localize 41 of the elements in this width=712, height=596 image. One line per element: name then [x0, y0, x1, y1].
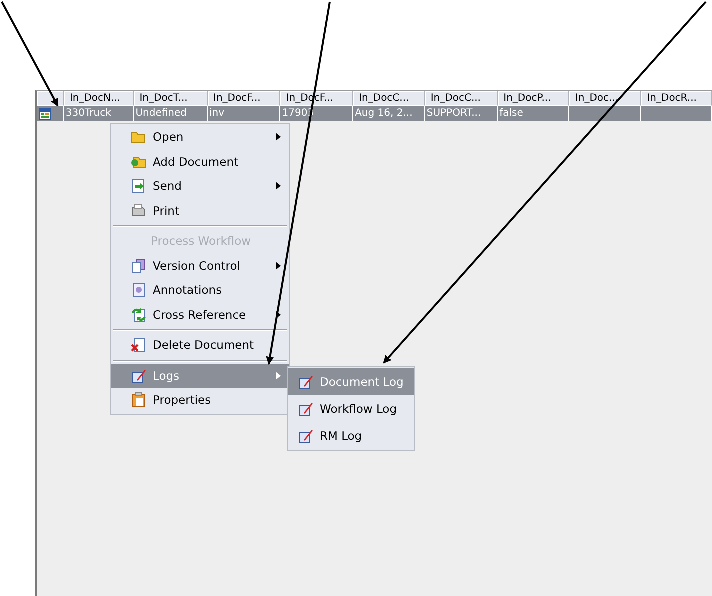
column-header[interactable]: In_DocT...	[134, 91, 208, 106]
submenu-arrow-icon	[276, 182, 281, 190]
submenu-arrow-icon	[276, 372, 281, 380]
table-cell: false	[500, 106, 524, 120]
menu-item[interactable]: RM Log	[288, 422, 414, 449]
printer-icon	[131, 202, 147, 219]
menu-item[interactable]: Version Control	[111, 254, 289, 278]
column-header[interactable]: In_DocR...	[641, 91, 712, 106]
refresh-arrows-icon	[131, 306, 147, 323]
column-header[interactable]: In_DocC...	[424, 91, 498, 106]
column-header[interactable]: In_DocC...	[353, 91, 425, 106]
menu-item[interactable]: Annotations	[111, 278, 289, 302]
table-icon	[39, 108, 51, 120]
column-header[interactable]: In_DocP...	[498, 91, 570, 106]
menu-item[interactable]: Add Document	[111, 150, 289, 174]
submenu-arrow-icon	[276, 262, 281, 270]
column-header[interactable]: In_DocF...	[208, 91, 280, 106]
table-cell: Undefined	[136, 106, 188, 120]
submenu-arrow-icon	[276, 310, 281, 319]
column-header[interactable]: In_Doc...	[569, 91, 642, 106]
pen-document-icon	[298, 374, 314, 390]
menu-item[interactable]: Print	[111, 198, 289, 223]
pen-document-icon	[298, 400, 314, 416]
table-cell: SUPPORT...	[426, 106, 482, 120]
delete-document-icon	[131, 337, 147, 354]
menu-item[interactable]: Workflow Log	[288, 395, 414, 422]
documents-icon	[131, 258, 147, 274]
pen-document-icon	[131, 368, 147, 384]
table-cell: inv	[210, 106, 225, 120]
submenu-arrow-icon	[276, 133, 281, 142]
table-cell: 330Truck	[66, 106, 112, 120]
pen-document-icon	[298, 428, 314, 444]
clipboard-icon	[131, 392, 147, 408]
column-header[interactable]: In_DocN...	[64, 91, 134, 106]
menu-item[interactable]: Cross Reference	[111, 302, 289, 327]
menu-item[interactable]: Send	[111, 174, 289, 198]
menu-item[interactable]: Open	[111, 125, 289, 150]
menu-item[interactable]: Delete Document	[111, 333, 289, 358]
table-cell: Aug 16, 2...	[355, 106, 413, 120]
menu-item[interactable]: Properties	[111, 388, 289, 412]
document-icon	[131, 282, 147, 298]
